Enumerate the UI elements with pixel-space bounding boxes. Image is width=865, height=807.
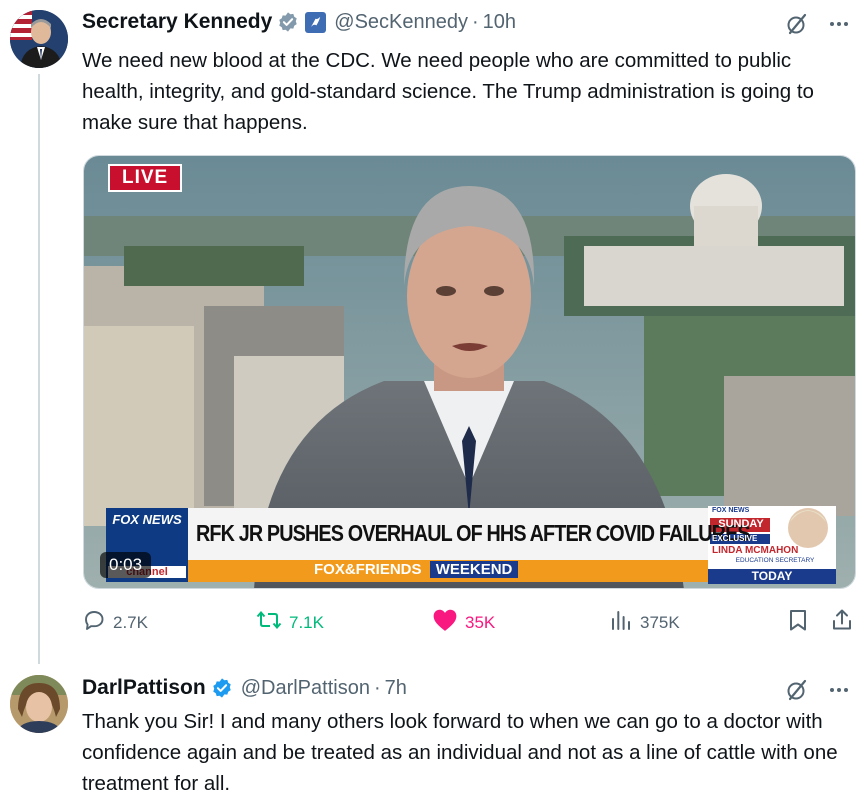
- display-name[interactable]: DarlPattison: [82, 676, 206, 700]
- share-icon: [830, 608, 854, 637]
- views-chart-icon: [609, 608, 633, 637]
- tweet-top-actions: [785, 678, 851, 707]
- avatar-secretary-kennedy[interactable]: [10, 10, 68, 68]
- grok-icon[interactable]: [785, 678, 809, 707]
- tweet-text: We need new blood at the CDC. We need pe…: [82, 49, 814, 134]
- like-count: 35K: [465, 612, 496, 632]
- heart-filled-icon: [432, 608, 458, 637]
- like-button[interactable]: 35K: [432, 608, 495, 637]
- fox-news-logo: FOX NEWS: [112, 512, 182, 527]
- news-headline: RFK JR PUSHES OVERHAUL OF HHS AFTER COVI…: [196, 520, 751, 546]
- separator-dot: ·: [472, 10, 479, 33]
- reply-icon: [82, 608, 106, 637]
- promo-network: FOX NEWS: [712, 507, 750, 514]
- display-name[interactable]: Secretary Kennedy: [82, 10, 272, 34]
- timestamp[interactable]: 7h: [385, 677, 407, 700]
- government-affiliation-icon[interactable]: [305, 11, 327, 33]
- repost-button[interactable]: 7.1K: [256, 608, 324, 637]
- tweet-header: Secretary Kennedy @SecKennedy · 10h: [82, 10, 516, 34]
- bookmark-icon: [787, 608, 809, 637]
- timestamp[interactable]: 10h: [483, 11, 516, 34]
- promo-tag: EXCLUSIVE: [712, 534, 758, 543]
- tweet-text: Thank you Sir! I and many others look fo…: [82, 710, 838, 795]
- video-duration: 0:03: [100, 552, 152, 578]
- promo-guest: LINDA MCMAHON: [712, 545, 799, 556]
- promo-day: SUNDAY: [718, 518, 764, 530]
- promo-title: EDUCATION SECRETARY: [735, 557, 815, 564]
- show-suffix: WEEKEND: [429, 561, 519, 578]
- show-name: FOX&FRIENDS: [314, 561, 422, 578]
- share-button[interactable]: [830, 608, 854, 637]
- verified-blue-badge-icon: [211, 677, 233, 699]
- video-player[interactable]: LIVE FOX NEWS channel RFK JR PUSHES OVER…: [83, 155, 856, 589]
- live-badge: LIVE: [108, 164, 183, 192]
- repost-icon: [256, 608, 282, 637]
- repost-count: 7.1K: [289, 612, 324, 632]
- promo-when: TODAY: [751, 569, 793, 583]
- user-handle[interactable]: @SecKennedy: [334, 11, 468, 34]
- separator-dot: ·: [373, 676, 381, 699]
- verified-gray-badge-icon: [277, 11, 299, 33]
- thread-connector-line: [38, 74, 40, 664]
- user-handle[interactable]: @DarlPattison: [241, 677, 370, 700]
- more-options-icon[interactable]: [827, 678, 851, 707]
- bookmark-button[interactable]: [787, 608, 809, 637]
- tweet-secretary-kennedy[interactable]: Secretary Kennedy @SecKennedy · 10h We n…: [0, 0, 865, 664]
- avatar-darlpattison[interactable]: [10, 675, 68, 733]
- reply-count: 2.7K: [113, 612, 148, 632]
- show-name-banner: FOX&FRIENDS WEEKEND: [314, 561, 519, 578]
- tweet-action-bar: 2.7K 7.1K 35K 375K: [82, 608, 857, 640]
- reply-button[interactable]: 2.7K: [82, 608, 148, 637]
- more-options-icon[interactable]: [827, 12, 851, 41]
- tweet-header: DarlPattison @DarlPattison · 7h: [82, 676, 407, 700]
- views-button[interactable]: 375K: [609, 608, 680, 637]
- grok-icon[interactable]: [785, 12, 809, 41]
- tweet-top-actions: [785, 12, 851, 41]
- views-count: 375K: [640, 612, 680, 632]
